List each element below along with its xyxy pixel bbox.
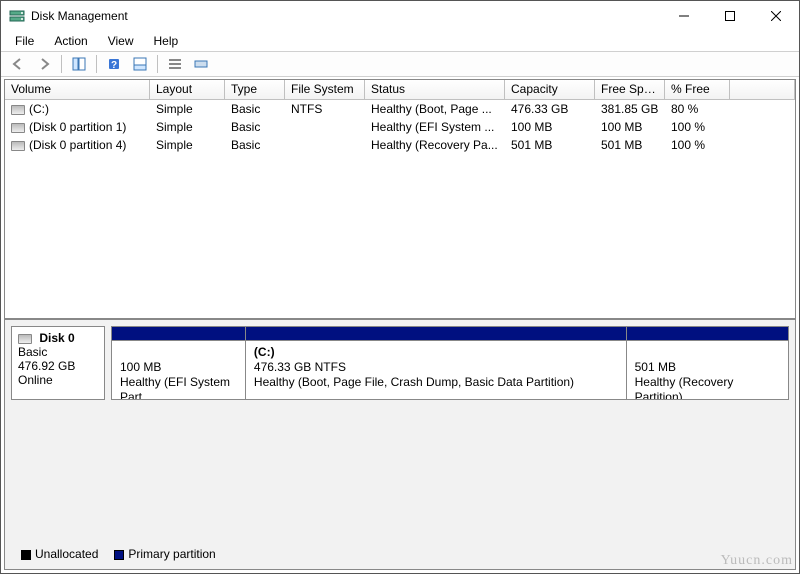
partition-block[interactable]: 501 MBHealthy (Recovery Partition) <box>626 326 789 400</box>
volume-list-header: Volume Layout Type File System Status Ca… <box>5 80 795 100</box>
menu-view[interactable]: View <box>100 33 142 49</box>
menu-help[interactable]: Help <box>146 33 187 49</box>
partition-block[interactable]: 100 MBHealthy (EFI System Part <box>111 326 246 400</box>
legend-unallocated-label: Unallocated <box>35 547 98 561</box>
disk-type: Basic <box>18 345 47 359</box>
disk-row: Disk 0 Basic 476.92 GB Online 100 MBHeal… <box>11 326 789 400</box>
legend-primary: Primary partition <box>114 547 215 561</box>
menu-file[interactable]: File <box>7 33 42 49</box>
disk-state: Online <box>18 373 53 387</box>
legend: Unallocated Primary partition <box>11 545 789 563</box>
help-button[interactable]: ? <box>103 53 125 75</box>
legend-primary-label: Primary partition <box>128 547 215 561</box>
col-pctfree[interactable]: % Free <box>665 80 730 99</box>
window-title: Disk Management <box>31 9 661 23</box>
graphical-view: Disk 0 Basic 476.92 GB Online 100 MBHeal… <box>4 319 796 570</box>
partition-bar <box>246 327 626 341</box>
menu-action[interactable]: Action <box>46 33 95 49</box>
toolbar-separator <box>96 55 97 73</box>
volume-icon <box>11 105 25 115</box>
unallocated-swatch <box>21 550 31 560</box>
col-spacer <box>730 80 795 99</box>
col-status[interactable]: Status <box>365 80 505 99</box>
partition-bar <box>112 327 245 341</box>
list-view-button[interactable] <box>164 53 186 75</box>
col-layout[interactable]: Layout <box>150 80 225 99</box>
col-free[interactable]: Free Spa... <box>595 80 665 99</box>
show-hide-tree-button[interactable] <box>68 53 90 75</box>
volume-icon <box>11 123 25 133</box>
disk-info[interactable]: Disk 0 Basic 476.92 GB Online <box>11 326 105 400</box>
volume-row[interactable]: (C:)SimpleBasicNTFSHealthy (Boot, Page .… <box>5 100 795 118</box>
minimize-button[interactable] <box>661 1 707 31</box>
refresh-button[interactable] <box>129 53 151 75</box>
toolbar-separator <box>61 55 62 73</box>
volume-icon <box>11 141 25 151</box>
forward-button[interactable] <box>33 53 55 75</box>
watermark: Yuucn.com <box>721 553 793 569</box>
volume-rows: (C:)SimpleBasicNTFSHealthy (Boot, Page .… <box>5 100 795 318</box>
toolbar: ? <box>1 51 799 77</box>
col-type[interactable]: Type <box>225 80 285 99</box>
disk-name: Disk 0 <box>39 331 74 345</box>
disk-icon <box>18 334 32 344</box>
partition-bar <box>627 327 788 341</box>
disk-management-window: Disk Management File Action View Help ? … <box>0 0 800 574</box>
back-button[interactable] <box>7 53 29 75</box>
partitions: 100 MBHealthy (EFI System Part(C:)476.33… <box>111 326 789 400</box>
col-filesystem[interactable]: File System <box>285 80 365 99</box>
legend-unallocated: Unallocated <box>21 547 98 561</box>
col-volume[interactable]: Volume <box>5 80 150 99</box>
partition-block[interactable]: (C:)476.33 GB NTFSHealthy (Boot, Page Fi… <box>245 326 627 400</box>
toolbar-separator <box>157 55 158 73</box>
maximize-button[interactable] <box>707 1 753 31</box>
volume-row[interactable]: (Disk 0 partition 4)SimpleBasicHealthy (… <box>5 136 795 154</box>
app-icon <box>9 8 25 24</box>
titlebar: Disk Management <box>1 1 799 31</box>
detail-view-button[interactable] <box>190 53 212 75</box>
menubar: File Action View Help <box>1 31 799 51</box>
close-button[interactable] <box>753 1 799 31</box>
col-capacity[interactable]: Capacity <box>505 80 595 99</box>
disk-size: 476.92 GB <box>18 359 75 373</box>
primary-swatch <box>114 550 124 560</box>
volume-row[interactable]: (Disk 0 partition 1)SimpleBasicHealthy (… <box>5 118 795 136</box>
volume-list: Volume Layout Type File System Status Ca… <box>4 79 796 319</box>
svg-text:?: ? <box>111 60 117 71</box>
